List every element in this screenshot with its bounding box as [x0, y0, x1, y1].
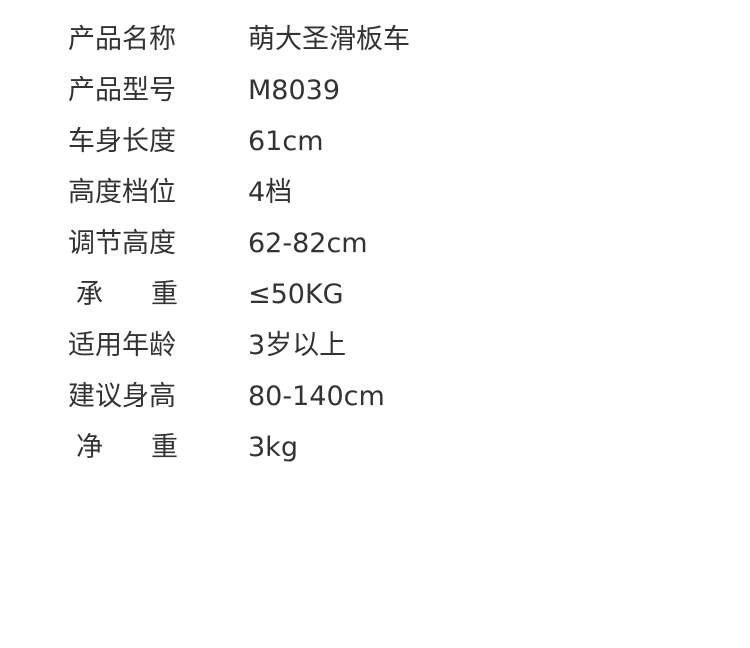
spec-row-height-levels: 高度档位 4档 — [0, 167, 750, 218]
spec-value: M8039 — [248, 75, 341, 106]
spec-label: 车身长度 — [68, 126, 176, 157]
spec-label: 高度档位 — [68, 177, 176, 208]
spec-row-recommended-height: 建议身高 80-140cm — [0, 371, 750, 422]
spec-value: 萌大圣滑板车 — [248, 24, 410, 55]
spec-label: 建议身高 — [68, 381, 176, 412]
spec-row-product-name: 产品名称 萌大圣滑板车 — [0, 14, 750, 65]
spec-row-load-capacity: 承重 ≤50KG — [0, 269, 750, 320]
spec-value: 3岁以上 — [248, 330, 347, 361]
spec-value: 62-82cm — [248, 228, 368, 259]
spec-label: 承重 — [76, 279, 226, 310]
spec-row-net-weight: 净重 3kg — [0, 422, 750, 473]
spec-value: ≤50KG — [248, 279, 344, 310]
spec-value: 3kg — [248, 432, 298, 463]
spec-value: 61cm — [248, 126, 324, 157]
spec-label: 净重 — [76, 432, 226, 463]
product-spec-table: 产品名称 萌大圣滑板车 产品型号 M8039 车身长度 61cm 高度档位 4档… — [0, 14, 750, 473]
spec-row-age-range: 适用年龄 3岁以上 — [0, 320, 750, 371]
spec-label: 产品名称 — [68, 24, 176, 55]
spec-label: 调节高度 — [68, 228, 176, 259]
spec-row-body-length: 车身长度 61cm — [0, 116, 750, 167]
spec-label: 产品型号 — [68, 75, 176, 106]
spec-row-model: 产品型号 M8039 — [0, 65, 750, 116]
spec-row-adjustable-height: 调节高度 62-82cm — [0, 218, 750, 269]
spec-value: 80-140cm — [248, 381, 385, 412]
spec-value: 4档 — [248, 177, 293, 208]
spec-label: 适用年龄 — [68, 330, 176, 361]
